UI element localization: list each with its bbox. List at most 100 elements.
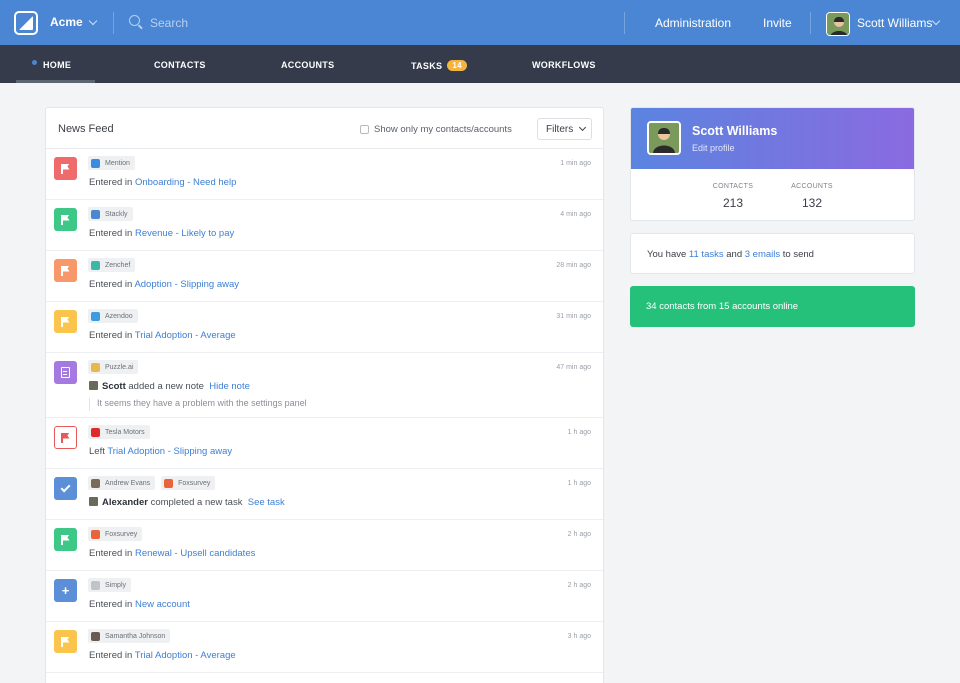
feed-item[interactable]: Stackly Entered in Revenue - Likely to pa… [46,200,603,251]
profile-name: Scott Williams [692,124,778,138]
actor-name[interactable]: Alexander [102,497,148,508]
feed-item-link[interactable]: Trial Adoption - Average [135,650,236,661]
feed-item-text: Alexander completed a new task See task [89,497,285,508]
feed-item-link[interactable]: Hide note [209,381,250,392]
feed-item[interactable]: Zenchef Entered in Adoption - Slipping aw… [46,251,603,302]
flag-icon [54,259,77,282]
feed-item-link[interactable]: Trial Adoption - Average [135,330,236,341]
feed-item-text: Entered in Renewal - Upsell candidates [89,548,255,559]
flag-icon [54,426,77,449]
feed-item-link[interactable]: New account [135,599,190,610]
feed-item-tags: Foxsurvey [88,527,143,541]
timestamp: 4 min ago [560,211,591,218]
entity-tag-label: Samantha Johnson [105,632,166,640]
accounts-stat-value[interactable]: 132 [782,196,842,210]
edit-profile-link[interactable]: Edit profile [692,143,735,153]
action-text: Entered in [89,177,133,188]
entity-tag[interactable]: Andrew Evans [88,476,156,490]
show-only-checkbox[interactable] [360,125,369,134]
app-logo-icon[interactable] [14,11,38,35]
feed-item-link[interactable]: Trial Adoption - Slipping away [107,446,232,457]
note-quote: It seems they have a problem with the se… [89,398,307,411]
feed-item[interactable]: Samantha Johnson Entered in Trial Adoptio… [46,622,603,673]
entity-tag[interactable]: Puzzle.ai [88,360,139,374]
tab-contacts[interactable]: CONTACTS [154,60,206,70]
entity-tag-label: Andrew Evans [105,479,151,487]
emails-link[interactable]: 3 emails [745,249,780,260]
user-avatar[interactable] [826,12,850,36]
entity-tag[interactable]: Zenchef [88,258,136,272]
chevron-down-icon[interactable] [88,16,98,26]
entity-tag-label: Puzzle.ai [105,363,134,371]
feed-item-link[interactable]: Onboarding - Need help [135,177,236,188]
entity-logo-icon [91,362,100,372]
entity-tag[interactable]: Simply [88,578,132,592]
feed-item[interactable]: Andrew Evans Foxsurvey Alexander completed… [46,469,603,520]
online-status-card[interactable]: 34 contacts from 15 accounts online [630,286,915,327]
feed-item-text: Entered in Revenue - Likely to pay [89,228,234,239]
tasks-count-badge: 14 [447,60,467,71]
feed-item[interactable]: Tesla Motors Left Trial Adoption - Slippi… [46,418,603,469]
feed-item-link[interactable]: See task [248,497,285,508]
profile-header: Scott Williams Edit profile [631,108,914,169]
action-text: Entered in [89,228,133,239]
feed-item-link[interactable]: Adoption - Slipping away [134,279,239,290]
feed-item-tags: Zenchef [88,258,136,272]
feed-item-tags: Stackly [88,207,133,221]
summary-text: You have [647,249,687,260]
show-only-label[interactable]: Show only my contacts/accounts [374,124,512,135]
flag-icon [54,157,77,180]
feed-item[interactable]: Puzzle.ai Scott added a new note Hide not… [46,353,603,418]
tab-tasks[interactable]: TASKS 14 [411,60,467,71]
tab-accounts[interactable]: ACCOUNTS [281,60,334,70]
feed-item-tags: Tesla Motors [88,425,150,439]
contacts-stat-value[interactable]: 213 [703,196,763,210]
timestamp: 1 min ago [560,160,591,167]
entity-tag[interactable]: Foxsurvey [161,476,216,490]
contacts-stat-label: CONTACTS [712,183,754,190]
org-switcher[interactable]: Acme [50,15,83,29]
entity-logo-icon [91,311,100,321]
feed-item[interactable]: Foxsurvey Entered in Renewal - Upsell can… [46,520,603,571]
tab-workflows[interactable]: WORKFLOWS [532,60,596,70]
actor-name[interactable]: Scott [102,381,126,392]
chevron-down-icon [578,123,587,132]
administration-link[interactable]: Administration [655,16,731,30]
feed-item-text: Entered in Adoption - Slipping away [89,279,239,290]
timestamp: 3 h ago [567,633,591,640]
entity-tag[interactable]: Samantha Johnson [88,629,171,643]
entity-tag[interactable]: Tesla Motors [88,425,150,439]
accounts-stat-label: ACCOUNTS [791,183,833,190]
feed-item-text: Left Trial Adoption - Slipping away [89,446,232,457]
entity-tag-label: Stackly [105,210,128,218]
entity-tag[interactable]: Azendoo [88,309,138,323]
user-menu[interactable]: Scott Williams [857,16,932,30]
feed-item[interactable]: Mention Entered in Onboarding - Need help… [46,149,603,200]
flag-icon [54,208,77,231]
feed-item-link[interactable]: Renewal - Upsell candidates [135,548,255,559]
entity-tag[interactable]: Stackly [88,207,133,221]
feed-item-tags: Azendoo [88,309,138,323]
filters-button[interactable]: Filters [537,118,592,140]
tab-home[interactable]: HOME [43,60,71,70]
feed-item-tags: Andrew Evans Foxsurvey [88,476,216,490]
timestamp: 31 min ago [556,313,591,320]
flag-icon [54,630,77,653]
chevron-down-icon[interactable] [931,16,941,26]
tab-tasks-label: TASKS [411,61,443,71]
feed-item-link[interactable]: Revenue - Likely to pay [135,228,234,239]
tasks-link[interactable]: 11 tasks [689,249,724,260]
entity-tag-label: Foxsurvey [178,479,211,487]
feed-item[interactable]: + Simply Entered in New account 2 h ago [46,571,603,622]
profile-avatar[interactable] [647,121,681,155]
invite-link[interactable]: Invite [763,16,792,30]
search-input[interactable] [150,13,450,33]
tasks-summary-text: You have 11 tasks and 3 emails to send [647,249,814,260]
feed-item-tags: Puzzle.ai [88,360,139,374]
entity-tag[interactable]: Mention [88,156,135,170]
news-feed: News Feed Show only my contacts/accounts… [45,107,604,683]
entity-tag[interactable]: Foxsurvey [88,527,143,541]
active-dot-icon [32,60,37,65]
feed-item[interactable]: Azendoo Entered in Trial Adoption - Avera… [46,302,603,353]
feed-item-text: Entered in New account [89,599,190,610]
